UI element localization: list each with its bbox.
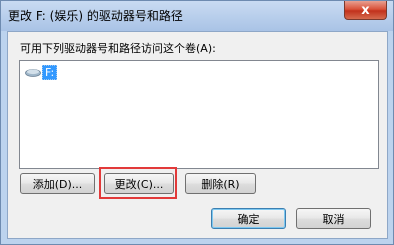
title-bar[interactable]: 更改 F: (娱乐) 的驱动器号和路径 x bbox=[1, 1, 393, 31]
cancel-button[interactable]: 取消 bbox=[296, 208, 371, 229]
ok-button[interactable]: 确定 bbox=[211, 208, 286, 229]
change-button[interactable]: 更改(C)... bbox=[104, 173, 174, 194]
drive-path-listbox[interactable]: F: bbox=[19, 60, 379, 169]
close-icon: x bbox=[361, 2, 370, 18]
list-item[interactable]: F: bbox=[25, 64, 58, 80]
dialog-window: 更改 F: (娱乐) 的驱动器号和路径 x 可用下列驱动器号和路径访问这个卷(A… bbox=[0, 0, 394, 245]
dialog-client-area: 可用下列驱动器号和路径访问这个卷(A): F: 添加(D)... 更改(C)..… bbox=[7, 31, 388, 239]
list-label: 可用下列驱动器号和路径访问这个卷(A): bbox=[20, 42, 216, 55]
list-item-label: F: bbox=[42, 64, 58, 80]
add-button[interactable]: 添加(D)... bbox=[20, 173, 95, 194]
window-title: 更改 F: (娱乐) 的驱动器号和路径 bbox=[8, 9, 183, 23]
drive-icon bbox=[25, 68, 41, 77]
close-button[interactable]: x bbox=[344, 1, 387, 20]
delete-button[interactable]: 删除(R) bbox=[185, 173, 256, 194]
